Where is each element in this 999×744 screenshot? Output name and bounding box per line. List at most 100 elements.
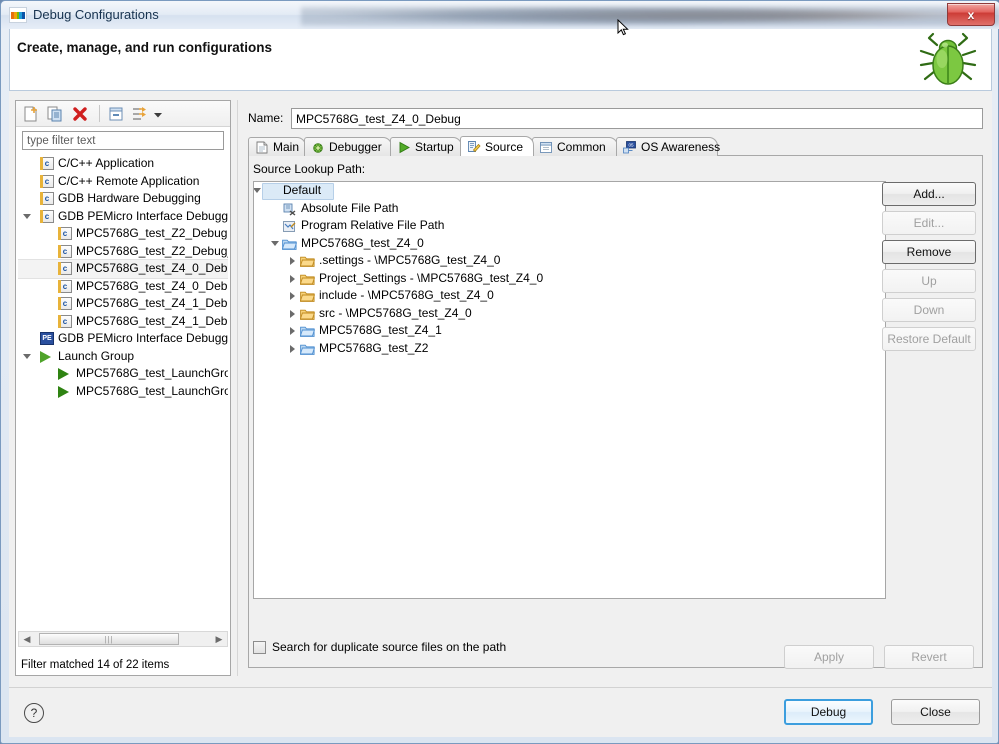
tree-expand-arrow-icon[interactable] [288,322,298,339]
source-path-item[interactable]: Program Relative File Path [254,217,885,235]
tree-expand-arrow-icon[interactable] [22,208,32,225]
source-path-item[interactable]: MPC5768G_test_Z2 [254,340,885,358]
source-tab-panel: Source Lookup Path: Default Absolute File… [248,156,983,668]
window-icon [539,141,553,154]
config-tree-item[interactable]: MPC5768G_test_LaunchGroup [18,365,228,383]
config-tree-item-label: GDB Hardware Debugging [58,191,201,205]
dialog-header: Create, manage, and run configurations [9,29,992,91]
tab-startup[interactable]: Startup [390,137,462,156]
config-tree-item[interactable]: c MPC5768G_test_Z4_1_Debug_RAM [18,313,228,331]
tree-expand-arrow-icon[interactable] [288,305,298,322]
close-icon[interactable]: x [947,3,995,26]
new-configuration-icon[interactable] [22,105,40,123]
tree-expand-arrow-icon[interactable] [288,340,298,357]
config-tree-item[interactable]: PE GDB PEMicro Interface Debugging [18,330,228,348]
apply-button[interactable]: Apply [784,645,874,669]
duplicate-configuration-icon[interactable] [46,105,64,123]
source-path-item[interactable]: MPC5768G_test_Z4_1 [254,322,885,340]
source-path-label: Program Relative File Path [301,218,445,232]
scroll-left-arrow-icon[interactable]: ◀ [19,632,35,646]
tab-label: Debugger [329,140,382,154]
config-tree-item-label: MPC5768G_test_Z4_1_Debug_RAM [76,313,228,328]
close-button[interactable]: Close [891,699,980,725]
editor-tabbar[interactable]: Main Debugger Startup Source Common 05 OS Awar… [248,136,983,156]
up-button: Up [882,269,976,293]
debug-button[interactable]: Debug [784,699,873,725]
source-lookup-tree[interactable]: Default Absolute File Path Program Relativ… [253,181,886,599]
source-path-label: .settings - \MPC5768G_test_Z4_0 [319,253,501,267]
delete-configuration-icon[interactable] [71,105,89,123]
config-tree-item[interactable]: c C/C++ Application [18,155,228,173]
source-path-item[interactable]: Absolute File Path [254,200,885,218]
source-path-item[interactable]: Default [254,182,885,200]
chevron-down-icon[interactable] [152,105,164,123]
source-path-label: Absolute File Path [301,200,399,215]
tree-expand-arrow-icon[interactable] [254,182,262,199]
revert-button[interactable]: Revert [884,645,974,669]
configurations-hscrollbar[interactable]: ◀ ||| ▶ [18,631,228,647]
source-path-label: MPC5768G_test_Z4_0 [301,235,424,250]
config-tree-item-label: MPC5768G_test_Z2_Debug_RAM [76,243,228,258]
green-bug-icon [917,31,979,89]
scroll-right-arrow-icon[interactable]: ▶ [211,632,227,646]
down-button: Down [882,298,976,322]
tab-source[interactable]: Source [460,136,534,156]
config-tree-item[interactable]: c GDB PEMicro Interface Debugging [18,208,228,226]
tab-debugger[interactable]: Debugger [304,137,392,156]
config-tree-item[interactable]: c C/C++ Remote Application [18,173,228,191]
config-tree-item[interactable]: c MPC5768G_test_Z2_Debug [18,225,228,243]
folder-open-blue-icon [281,238,298,250]
c-file-icon: c [40,174,54,188]
tab-os-awareness[interactable]: 05 OS Awareness [616,137,720,156]
remove-button[interactable]: Remove [882,240,976,264]
edit-button: Edit... [882,211,976,235]
tree-expand-arrow-icon[interactable] [288,287,298,304]
tree-expand-arrow-icon[interactable] [270,235,280,252]
folder-open-yellow-icon [299,273,316,285]
name-label: Name: [248,111,284,125]
c-file-icon: c [58,297,72,310]
tree-expand-arrow-icon[interactable] [22,348,32,365]
config-tree-item[interactable]: Launch Group [18,348,228,366]
config-tree-item-label: MPC5768G_test_Z2_Debug [76,226,228,240]
filter-icon[interactable] [130,105,148,123]
window-title: Debug Configurations [33,7,159,22]
source-path-item[interactable]: include - \MPC5768G_test_Z4_0 [254,287,885,305]
launch-group-icon [58,368,69,380]
source-path-label: Project_Settings - \MPC5768G_test_Z4_0 [319,270,544,285]
source-path-item[interactable]: .settings - \MPC5768G_test_Z4_0 [254,252,885,270]
duplicate-search-checkbox[interactable] [253,640,266,654]
document-icon [255,141,269,154]
apply-revert-row: Apply Revert [784,645,974,669]
scroll-thumb[interactable]: ||| [39,633,179,645]
filter-input[interactable]: type filter text [22,131,224,150]
config-tree-item[interactable]: c MPC5768G_test_Z2_Debug_RAM [18,243,228,261]
tab-common[interactable]: Common [532,137,618,156]
configurations-tree[interactable]: c C/C++ Application c C/C++ Remote Applicat… [18,155,228,635]
background-window-blur [301,3,999,27]
config-tree-item-label: GDB PEMicro Interface Debugging [58,331,228,345]
folder-open-yellow-icon [299,290,316,302]
tab-main[interactable]: Main [248,137,306,156]
tree-expand-arrow-icon[interactable] [288,252,298,269]
c-file-icon: c [58,279,72,293]
config-tree-item[interactable]: c MPC5768G_test_Z4_1_Debug [18,295,228,313]
help-icon[interactable]: ? [24,703,44,723]
pemicro-icon: PE [40,332,54,345]
collapse-all-icon[interactable] [107,105,125,123]
source-path-item[interactable]: Project_Settings - \MPC5768G_test_Z4_0 [254,270,885,288]
config-tree-item[interactable]: MPC5768G_test_LaunchGroup_RAM [18,383,228,401]
tree-expand-arrow-icon[interactable] [288,270,298,287]
add-button[interactable]: Add... [882,182,976,206]
config-tree-item[interactable]: c MPC5768G_test_Z4_0_Debug [18,259,228,279]
config-tree-item[interactable]: c GDB Hardware Debugging [18,190,228,208]
source-path-item[interactable]: MPC5768G_test_Z4_0 [254,235,885,253]
window-titlebar: Debug Configurations x [1,1,999,29]
folder-open-blue-icon [299,343,316,355]
source-path-item[interactable]: src - \MPC5768G_test_Z4_0 [254,305,885,323]
os-awareness-icon: 05 [623,140,637,154]
config-tree-item[interactable]: c MPC5768G_test_Z4_0_Debug_RAM [18,278,228,296]
source-path-label: Default [283,183,322,197]
source-path-label: MPC5768G_test_Z4_1 [319,323,442,337]
name-input[interactable] [291,108,983,129]
